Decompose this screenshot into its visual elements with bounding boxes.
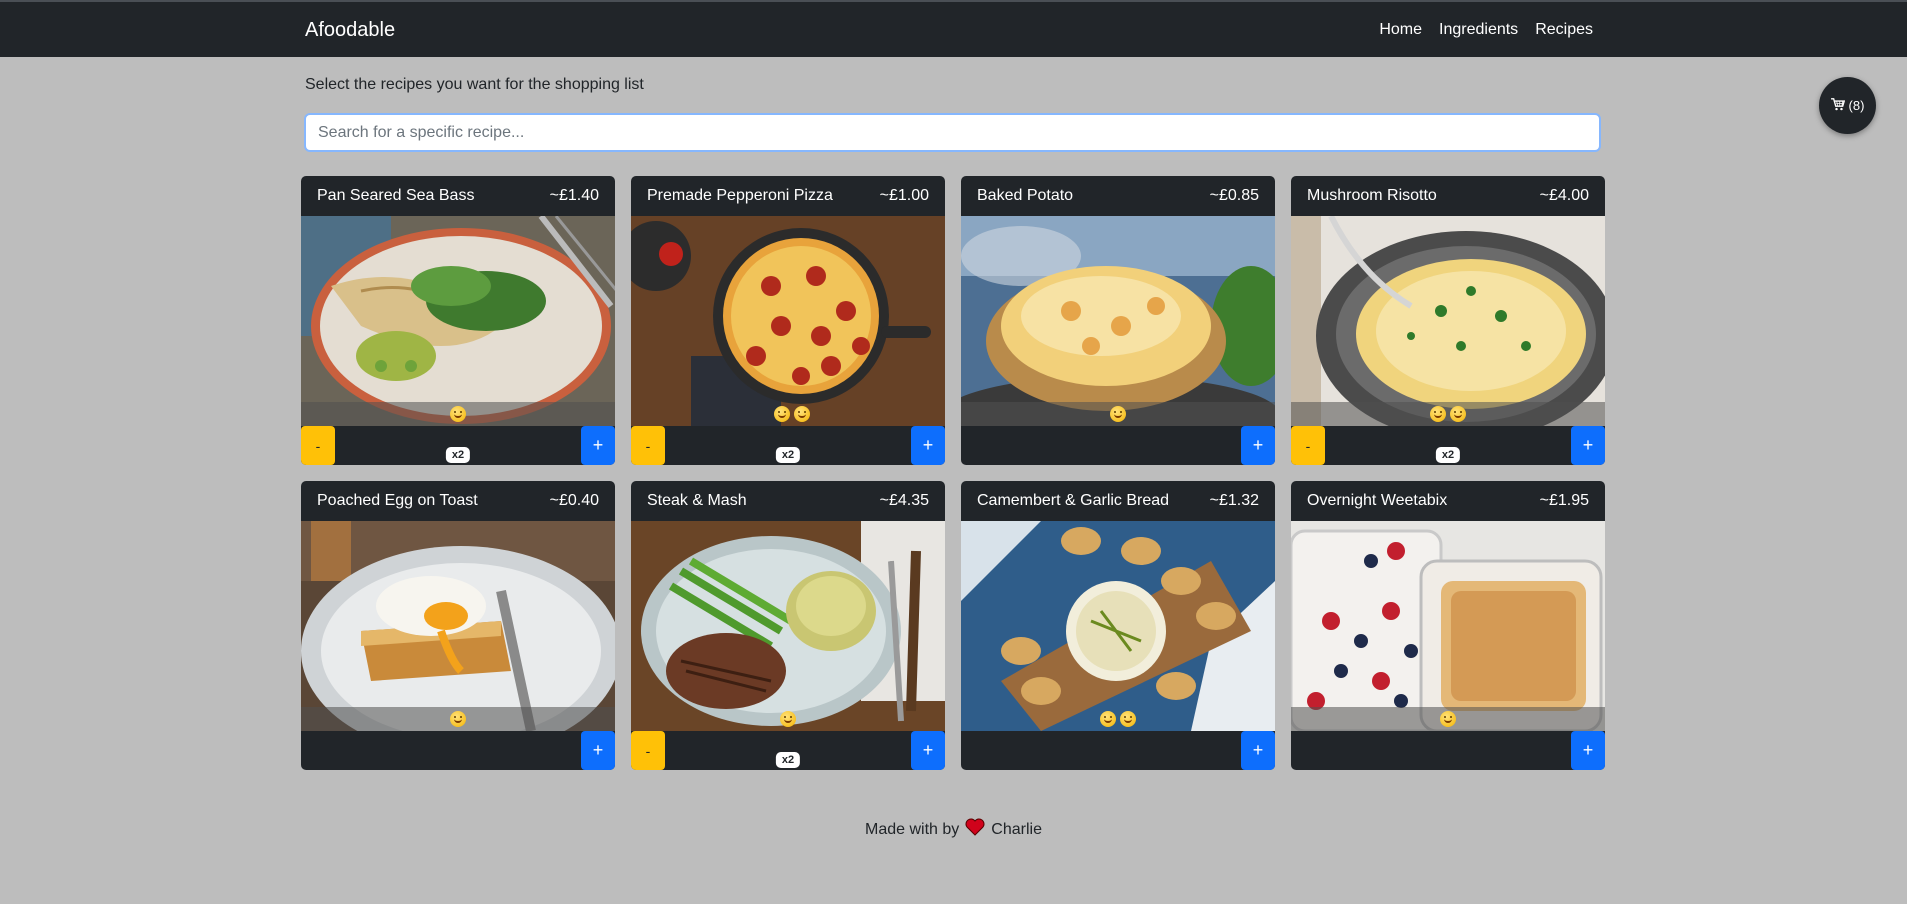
quantity-badge: x2 (775, 752, 801, 768)
card-header: Camembert & Garlic Bread ~£1.32 (961, 481, 1275, 521)
card-header: Steak & Mash ~£4.35 (631, 481, 945, 521)
recipe-name: Mushroom Risotto (1307, 187, 1437, 204)
card-header: Pan Seared Sea Bass ~£1.40 (301, 176, 615, 216)
smile-icon (1100, 711, 1116, 727)
steak-mash-image (631, 521, 945, 731)
decrease-button[interactable]: - (301, 426, 335, 465)
search-input[interactable] (304, 113, 1601, 152)
recipe-card: Baked Potato ~£0.85 + (961, 176, 1275, 465)
rating-strip (1291, 402, 1605, 426)
footer: Made with by Charlie (0, 818, 1907, 841)
pizza-image (631, 216, 945, 426)
footer-author[interactable]: Charlie (991, 821, 1042, 839)
cart-icon (1830, 97, 1845, 114)
smile-icon (774, 406, 790, 422)
increase-button[interactable]: + (1241, 731, 1275, 770)
intro-text: Select the recipes you want for the shop… (305, 76, 644, 93)
increase-button[interactable]: + (581, 731, 615, 770)
nav-link-recipes[interactable]: Recipes (1535, 21, 1593, 39)
recipe-price: ~£0.40 (549, 492, 599, 509)
card-header: Premade Pepperoni Pizza ~£1.00 (631, 176, 945, 216)
smile-icon (1450, 406, 1466, 422)
rating-strip (631, 402, 945, 426)
brand-logo[interactable]: Afoodable (305, 19, 395, 42)
card-header: Baked Potato ~£0.85 (961, 176, 1275, 216)
smile-icon (450, 711, 466, 727)
recipe-card: Pan Seared Sea Bass ~£1.40 - x2 + (301, 176, 615, 465)
increase-button[interactable]: + (1571, 426, 1605, 465)
increase-button[interactable]: + (911, 426, 945, 465)
smile-icon (450, 406, 466, 422)
smile-icon (794, 406, 810, 422)
card-header: Overnight Weetabix ~£1.95 (1291, 481, 1605, 521)
rating-strip (1291, 707, 1605, 731)
increase-button[interactable]: + (581, 426, 615, 465)
recipe-card: Premade Pepperoni Pizza ~£1.00 - x2 + (631, 176, 945, 465)
recipe-name: Overnight Weetabix (1307, 492, 1448, 509)
navbar: Afoodable Home Ingredients Recipes (0, 0, 1907, 57)
decrease-button[interactable]: - (631, 426, 665, 465)
heart-icon (965, 818, 985, 841)
recipe-card: Camembert & Garlic Bread ~£1.32 + (961, 481, 1275, 770)
card-header: Poached Egg on Toast ~£0.40 (301, 481, 615, 521)
recipe-grid: Pan Seared Sea Bass ~£1.40 - x2 + Premad… (301, 176, 1605, 770)
recipe-card: Poached Egg on Toast ~£0.40 + (301, 481, 615, 770)
cart-count: (8) (1848, 98, 1865, 113)
card-footer: + (961, 731, 1275, 770)
increase-button[interactable]: + (1241, 426, 1275, 465)
baked-potato-image (961, 216, 1275, 426)
recipe-card: Mushroom Risotto ~£4.00 - x2 + (1291, 176, 1605, 465)
recipe-name: Camembert & Garlic Bread (977, 492, 1170, 509)
footer-prefix: Made with by (865, 820, 960, 838)
recipe-card: Steak & Mash ~£4.35 - x2 + (631, 481, 945, 770)
recipe-name: Baked Potato (977, 187, 1074, 204)
smile-icon (1440, 711, 1456, 727)
recipe-name: Premade Pepperoni Pizza (647, 187, 833, 204)
card-footer: - x2 + (631, 426, 945, 465)
recipe-price: ~£4.00 (1539, 187, 1589, 204)
card-footer: + (301, 731, 615, 770)
rating-strip (961, 707, 1275, 731)
recipe-name: Pan Seared Sea Bass (317, 187, 475, 204)
egg-toast-image (301, 521, 615, 731)
recipe-price: ~£4.35 (879, 492, 929, 509)
recipe-price: ~£1.32 (1209, 492, 1259, 509)
sea-bass-image (301, 216, 615, 426)
smile-icon (1110, 406, 1126, 422)
rating-strip (961, 402, 1275, 426)
quantity-badge: x2 (445, 447, 471, 463)
smile-icon (1120, 711, 1136, 727)
recipe-name: Steak & Mash (647, 492, 747, 509)
card-footer: + (961, 426, 1275, 465)
recipe-price: ~£1.00 (879, 187, 929, 204)
smile-icon (1430, 406, 1446, 422)
recipe-card: Overnight Weetabix ~£1.95 + (1291, 481, 1605, 770)
risotto-image (1291, 216, 1605, 426)
camembert-image (961, 521, 1275, 731)
rating-strip (631, 707, 945, 731)
smile-icon (780, 711, 796, 727)
card-footer: - x2 + (301, 426, 615, 465)
card-footer: - x2 + (1291, 426, 1605, 465)
quantity-badge: x2 (1435, 447, 1461, 463)
decrease-button[interactable]: - (631, 731, 665, 770)
increase-button[interactable]: + (911, 731, 945, 770)
recipe-name: Poached Egg on Toast (317, 492, 478, 509)
decrease-button[interactable]: - (1291, 426, 1325, 465)
weetabix-image (1291, 521, 1605, 731)
rating-strip (301, 707, 615, 731)
card-footer: - x2 + (631, 731, 945, 770)
quantity-badge: x2 (775, 447, 801, 463)
card-footer: + (1291, 731, 1605, 770)
cart-button[interactable]: (8) (1819, 77, 1876, 134)
card-header: Mushroom Risotto ~£4.00 (1291, 176, 1605, 216)
rating-strip (301, 402, 615, 426)
nav-link-home[interactable]: Home (1379, 21, 1422, 39)
increase-button[interactable]: + (1571, 731, 1605, 770)
recipe-price: ~£1.40 (549, 187, 599, 204)
nav-links: Home Ingredients Recipes (1379, 21, 1593, 39)
recipe-price: ~£0.85 (1209, 187, 1259, 204)
recipe-price: ~£1.95 (1539, 492, 1589, 509)
nav-link-ingredients[interactable]: Ingredients (1439, 21, 1518, 39)
